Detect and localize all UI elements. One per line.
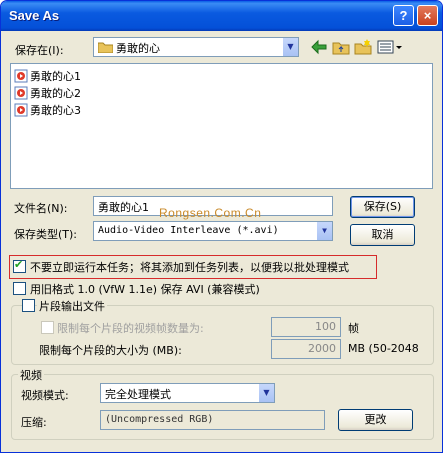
batch-checkbox[interactable] <box>13 258 26 273</box>
new-folder-icon[interactable] <box>354 39 372 55</box>
batch-label: 不要立即运行本任务；将其添加到任务列表，以便我以批处理模式 <box>30 261 349 274</box>
filename-label: 文件名(N): <box>14 202 68 215</box>
limit-frames-checkbox[interactable] <box>41 321 54 334</box>
help-button[interactable]: ? <box>393 5 414 26</box>
folder-icon <box>97 41 114 56</box>
close-button[interactable]: × <box>417 5 438 26</box>
video-group-title: 视频 <box>18 367 44 383</box>
file-name: 勇敢的心3 <box>30 104 81 117</box>
segment-group-title: 片段输出文件 <box>37 298 107 314</box>
limit-size-label: 限制每个片段的大小为 (MB): <box>39 344 182 357</box>
video-mode-label: 视频模式: <box>21 389 69 402</box>
title-bar[interactable]: Save As ? × <box>1 1 442 31</box>
up-folder-icon[interactable] <box>332 39 350 55</box>
size-unit: MB (50-2048 <box>348 342 419 355</box>
filetype-value: Audio-Video Interleave (*.avi) <box>98 225 279 236</box>
save-in-value: 勇敢的心 <box>116 42 160 55</box>
watermark-text: Rongsen.Com.Cn <box>159 206 262 220</box>
old-format-label: 用旧格式 1.0 (VfW 1.1e) 保存 AVI (兼容模式) <box>30 283 260 296</box>
cancel-button[interactable]: 取消 <box>350 224 415 246</box>
limit-frames-label: 限制每个片段的视频帧数量为: <box>57 322 204 335</box>
file-name: 勇敢的心2 <box>30 87 81 100</box>
limit-size-input[interactable]: 2000 <box>271 339 341 359</box>
list-item[interactable]: 勇敢的心1 <box>14 68 81 84</box>
avi-file-icon <box>14 103 28 117</box>
list-item[interactable]: 勇敢的心2 <box>14 85 81 101</box>
chevron-down-icon[interactable]: ▼ <box>282 38 298 56</box>
list-item[interactable]: 勇敢的心3 <box>14 102 81 118</box>
window-title: Save As <box>9 8 60 23</box>
file-name: 勇敢的心1 <box>30 70 81 83</box>
filetype-dropdown[interactable]: Audio-Video Interleave (*.avi) ▼ <box>93 221 333 241</box>
old-format-checkbox[interactable] <box>13 282 26 295</box>
limit-frames-input[interactable]: 100 <box>271 317 341 337</box>
save-in-label: 保存在(I): <box>15 44 64 57</box>
compress-field: (Uncompressed RGB) <box>100 410 325 430</box>
file-list[interactable]: 勇敢的心1 勇敢的心2 勇敢的心3 <box>10 63 433 189</box>
save-in-dropdown[interactable]: 勇敢的心 ▼ <box>93 37 299 57</box>
avi-file-icon <box>14 86 28 100</box>
video-mode-value: 完全处理模式 <box>105 388 171 401</box>
segment-checkbox[interactable] <box>22 299 35 312</box>
chevron-down-icon[interactable]: ▼ <box>258 384 274 402</box>
save-as-dialog: Save As ? × 保存在(I): 勇敢的心 ▼ 勇敢的心1 勇敢的心2 勇… <box>0 0 443 453</box>
view-menu-icon[interactable] <box>377 39 403 55</box>
back-arrow-icon[interactable] <box>310 39 328 55</box>
frames-unit: 帧 <box>348 322 359 335</box>
change-button[interactable]: 更改 <box>338 409 413 431</box>
video-mode-dropdown[interactable]: 完全处理模式 ▼ <box>100 383 275 403</box>
filetype-label: 保存类型(T): <box>14 228 78 241</box>
compress-label: 压缩: <box>21 416 47 429</box>
avi-file-icon <box>14 69 28 83</box>
chevron-down-icon[interactable]: ▼ <box>316 222 332 240</box>
save-button[interactable]: 保存(S) <box>350 196 415 218</box>
